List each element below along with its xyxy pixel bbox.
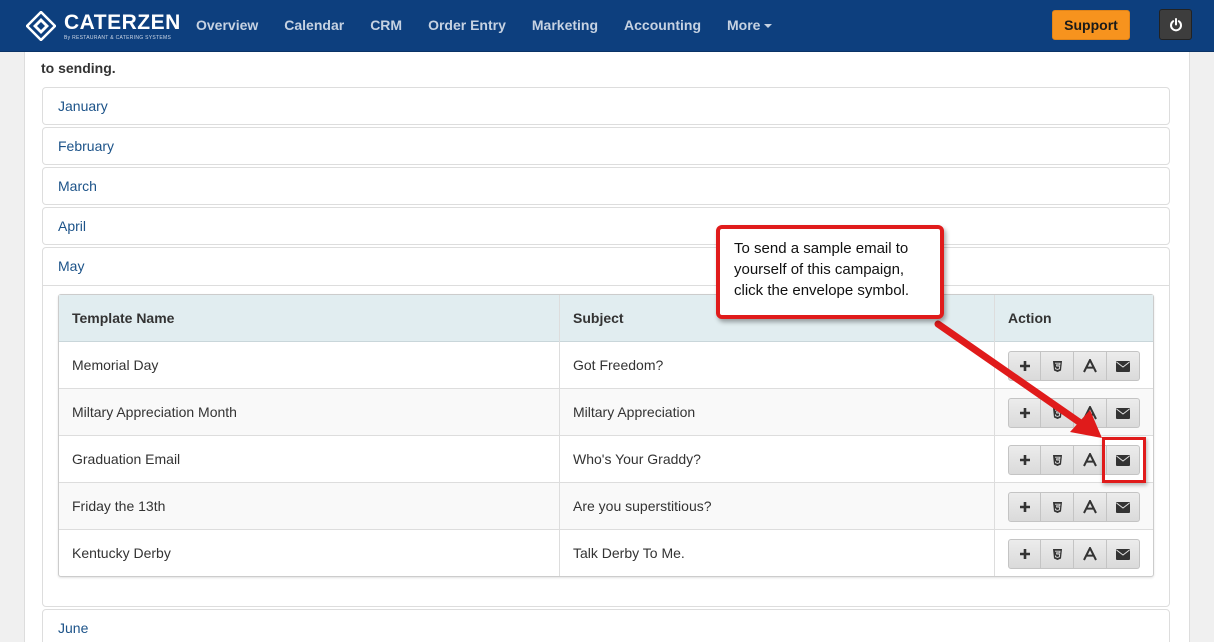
- subject-cell: Talk Derby To Me.: [573, 545, 685, 561]
- month-label-march[interactable]: March: [58, 178, 97, 194]
- font-icon: [1083, 453, 1097, 467]
- nav-more-dropdown[interactable]: More: [714, 0, 785, 50]
- month-label-january[interactable]: January: [58, 98, 108, 114]
- brand-tagline: By RESTAURANT & CATERING SYSTEMS: [64, 35, 172, 41]
- month-label-february[interactable]: February: [58, 138, 114, 154]
- table-row: Kentucky Derby Talk Derby To Me.: [59, 530, 1153, 577]
- html5-icon: [1052, 454, 1062, 466]
- font-button[interactable]: [1074, 539, 1107, 569]
- nav-marketing[interactable]: Marketing: [519, 0, 611, 50]
- month-panel-january[interactable]: January: [42, 87, 1170, 125]
- caret-down-icon: [764, 24, 773, 29]
- subject-cell: Got Freedom?: [573, 357, 664, 373]
- templates-table: Template Name Subject Action Memorial Da…: [58, 294, 1154, 577]
- envelope-icon: [1116, 501, 1130, 513]
- table-row: Graduation Email Who's Your Graddy?: [59, 436, 1153, 483]
- action-button-group: [1008, 351, 1140, 381]
- table-row: Miltary Appreciation Month Miltary Appre…: [59, 389, 1153, 436]
- plus-icon: [1019, 361, 1030, 371]
- plus-icon: [1019, 502, 1030, 512]
- plus-icon: [1019, 408, 1030, 418]
- add-button[interactable]: [1008, 351, 1041, 381]
- brand-name: CATERZEN: [64, 11, 181, 34]
- month-label-may[interactable]: May: [58, 258, 84, 274]
- html5-icon: [1052, 548, 1062, 560]
- logo-diamond-icon: [26, 11, 56, 41]
- template-name-cell: Kentucky Derby: [72, 545, 171, 561]
- html-button[interactable]: [1041, 539, 1074, 569]
- month-panel-march[interactable]: March: [42, 167, 1170, 205]
- month-panel-june[interactable]: June: [42, 609, 1170, 642]
- callout-line-2: yourself of this campaign,: [734, 261, 905, 278]
- subject-cell: Are you superstitious?: [573, 498, 712, 514]
- envelope-highlight-box: [1102, 437, 1146, 483]
- subject-cell: Who's Your Graddy?: [573, 451, 701, 467]
- month-panel-february[interactable]: February: [42, 127, 1170, 165]
- html5-icon: [1052, 407, 1062, 419]
- font-button[interactable]: [1074, 351, 1107, 381]
- header-template-name: Template Name: [59, 295, 560, 342]
- html5-icon: [1052, 501, 1062, 513]
- caterzen-logo[interactable]: CATERZEN By RESTAURANT & CATERING SYSTEM…: [26, 9, 180, 43]
- support-button[interactable]: Support: [1052, 10, 1130, 40]
- font-button[interactable]: [1074, 398, 1107, 428]
- font-button[interactable]: [1074, 492, 1107, 522]
- month-panel-april[interactable]: April: [42, 207, 1170, 245]
- action-button-group: [1008, 492, 1140, 522]
- font-icon: [1083, 359, 1097, 373]
- add-button[interactable]: [1008, 492, 1041, 522]
- nav-order-entry[interactable]: Order Entry: [415, 0, 519, 50]
- annotation-callout: To send a sample email to yourself of th…: [716, 225, 944, 319]
- envelope-icon: [1116, 407, 1130, 419]
- send-sample-email-button[interactable]: [1107, 539, 1140, 569]
- action-button-group: [1008, 539, 1140, 569]
- power-icon: [1170, 18, 1182, 32]
- plus-icon: [1019, 549, 1030, 559]
- envelope-icon: [1116, 360, 1130, 372]
- html-button[interactable]: [1041, 492, 1074, 522]
- send-sample-email-button[interactable]: [1107, 398, 1140, 428]
- callout-line-3: click the envelope symbol.: [734, 282, 910, 299]
- send-sample-email-button[interactable]: [1107, 351, 1140, 381]
- template-name-cell: Memorial Day: [72, 357, 159, 373]
- add-button[interactable]: [1008, 445, 1041, 475]
- template-name-cell: Graduation Email: [72, 451, 181, 467]
- action-button-group: [1008, 398, 1140, 428]
- envelope-icon: [1116, 548, 1130, 560]
- html-button[interactable]: [1041, 351, 1074, 381]
- logout-button[interactable]: [1159, 9, 1192, 40]
- html5-icon: [1052, 360, 1062, 372]
- template-name-cell: Friday the 13th: [72, 498, 166, 514]
- month-panel-may-header[interactable]: May: [43, 248, 1169, 286]
- add-button[interactable]: [1008, 539, 1041, 569]
- main-nav: Overview Calendar CRM Order Entry Market…: [183, 0, 785, 50]
- nav-overview[interactable]: Overview: [183, 0, 271, 50]
- header-action: Action: [995, 295, 1153, 342]
- table-row: Memorial Day Got Freedom?: [59, 342, 1153, 389]
- table-row: Friday the 13th Are you superstitious?: [59, 483, 1153, 530]
- font-icon: [1083, 547, 1097, 561]
- send-sample-email-button[interactable]: [1107, 492, 1140, 522]
- top-navbar: CATERZEN By RESTAURANT & CATERING SYSTEM…: [0, 0, 1214, 52]
- html-button[interactable]: [1041, 445, 1074, 475]
- font-icon: [1083, 406, 1097, 420]
- column-divider: [994, 295, 995, 576]
- nav-accounting[interactable]: Accounting: [611, 0, 714, 50]
- intro-text: to sending.: [41, 52, 1161, 78]
- column-divider: [559, 295, 560, 576]
- nav-more-label: More: [727, 17, 761, 33]
- font-icon: [1083, 500, 1097, 514]
- nav-calendar[interactable]: Calendar: [271, 0, 357, 50]
- html-button[interactable]: [1041, 398, 1074, 428]
- nav-crm[interactable]: CRM: [357, 0, 415, 50]
- month-label-june[interactable]: June: [58, 620, 88, 636]
- plus-icon: [1019, 455, 1030, 465]
- callout-line-1: To send a sample email to: [734, 240, 909, 257]
- add-button[interactable]: [1008, 398, 1041, 428]
- template-name-cell: Miltary Appreciation Month: [72, 404, 237, 420]
- month-label-april[interactable]: April: [58, 218, 86, 234]
- intro-text-tail: to sending.: [41, 60, 116, 76]
- subject-cell: Miltary Appreciation: [573, 404, 696, 420]
